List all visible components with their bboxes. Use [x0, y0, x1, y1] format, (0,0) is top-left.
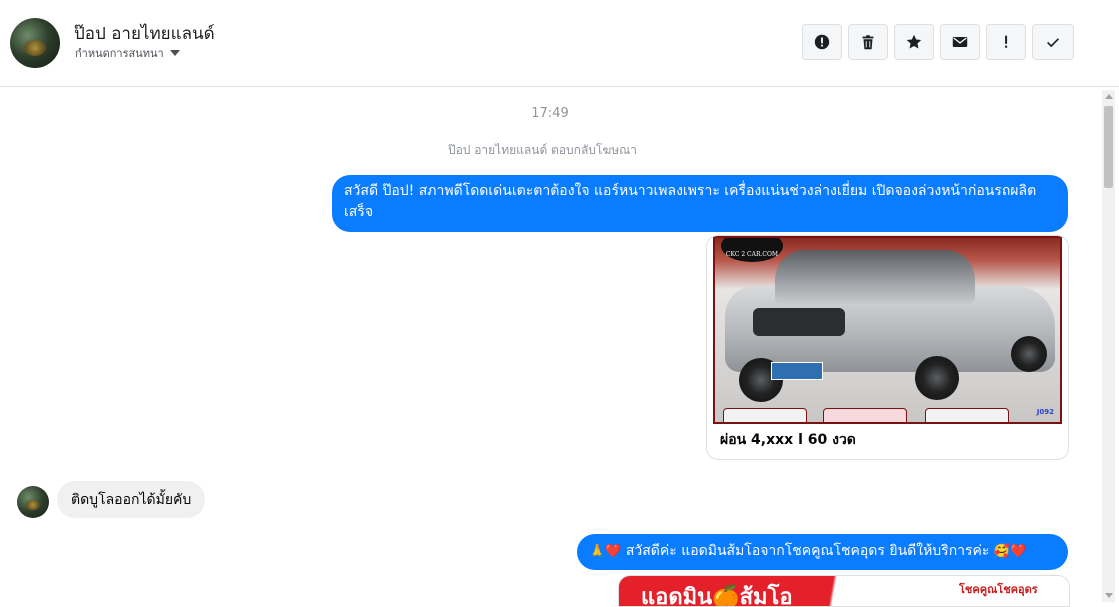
incoming-message[interactable]: ติดบูโลออกได้มั้ยคับ — [57, 481, 206, 518]
spam-button[interactable] — [986, 24, 1026, 60]
scrollbar-thumb[interactable] — [1104, 106, 1113, 188]
car-cab-shape — [775, 250, 975, 304]
license-plate-shape — [771, 362, 823, 380]
image-thumbnails — [723, 408, 1060, 422]
report-icon — [814, 34, 830, 50]
message-text: สวัสดีค่ะ แอดมินส้มโอจากโชคคูณโชคอุดร ยิ… — [625, 543, 990, 559]
avatar[interactable] — [17, 486, 49, 518]
star-icon — [906, 34, 922, 49]
delete-button[interactable] — [848, 24, 888, 60]
image-tag: J092 — [1036, 408, 1054, 416]
promo-image[interactable]: แอดมิน🍊ส้มโอ โชคคูณโชคอุดร — [618, 575, 1070, 607]
vertical-scrollbar[interactable] — [1102, 90, 1115, 602]
conversation-header: ป๊อป อายไทยแลนด์ กำหนดการสนทนา — [0, 0, 1119, 87]
thumbnail — [925, 408, 1009, 422]
avatar[interactable] — [10, 18, 60, 68]
car-wheel-shape — [915, 356, 959, 400]
star-button[interactable] — [894, 24, 934, 60]
promo-headline: แอดมิน🍊ส้มโอ — [619, 576, 919, 606]
ad-card-caption: ผ่อน 4,xxx l 60 งวด — [720, 432, 856, 448]
trash-icon — [862, 35, 874, 50]
conversation-settings-label: กำหนดการสนทนา — [75, 47, 164, 60]
done-button[interactable] — [1032, 24, 1074, 60]
outgoing-message[interactable]: 🙏❤️ สวัสดีค่ะ แอดมินส้มโอจากโชคคูณโชคอุด… — [577, 534, 1068, 570]
scroll-down-icon[interactable] — [1105, 593, 1113, 598]
report-button[interactable] — [802, 24, 842, 60]
scroll-up-icon[interactable] — [1105, 94, 1113, 99]
caret-down-icon — [169, 50, 180, 56]
header-toolbar — [802, 24, 1074, 60]
thumbnail — [823, 408, 907, 422]
promo-brand: โชคคูณโชคอุดร — [959, 583, 1038, 596]
message-timestamp: 17:49 — [531, 106, 569, 121]
conversation-settings[interactable]: กำหนดการสนทนา — [75, 44, 180, 62]
car-image: CKC 2 CAR.COM J092 — [713, 236, 1062, 424]
contact-name[interactable]: ป๊อป อายไทยแลนด์ — [74, 20, 215, 47]
mark-unread-button[interactable] — [940, 24, 980, 60]
dealer-logo: CKC 2 CAR.COM — [721, 238, 783, 262]
car-grille-shape — [753, 308, 845, 336]
pray-heart-emoji: 🙏❤️ — [589, 544, 622, 559]
thumbnail — [723, 408, 807, 422]
ad-reply-note: ป๊อป อายไทยแลนด์ ตอบกลับโฆษณา — [447, 143, 638, 157]
ad-card[interactable]: CKC 2 CAR.COM J092 ผ่อน 4,xxx l 60 งวด — [706, 235, 1069, 460]
car-wheel-shape — [1011, 336, 1047, 372]
outgoing-message[interactable]: สวัสดี ป๊อป! สภาพดีโดดเด่นเตะตาต้องใจ แอ… — [332, 175, 1068, 232]
smile-heart-emoji: 🥰❤️ — [993, 544, 1027, 559]
exclamation-icon — [1005, 35, 1008, 48]
envelope-icon — [952, 37, 968, 47]
checkmark-icon — [1047, 38, 1059, 48]
